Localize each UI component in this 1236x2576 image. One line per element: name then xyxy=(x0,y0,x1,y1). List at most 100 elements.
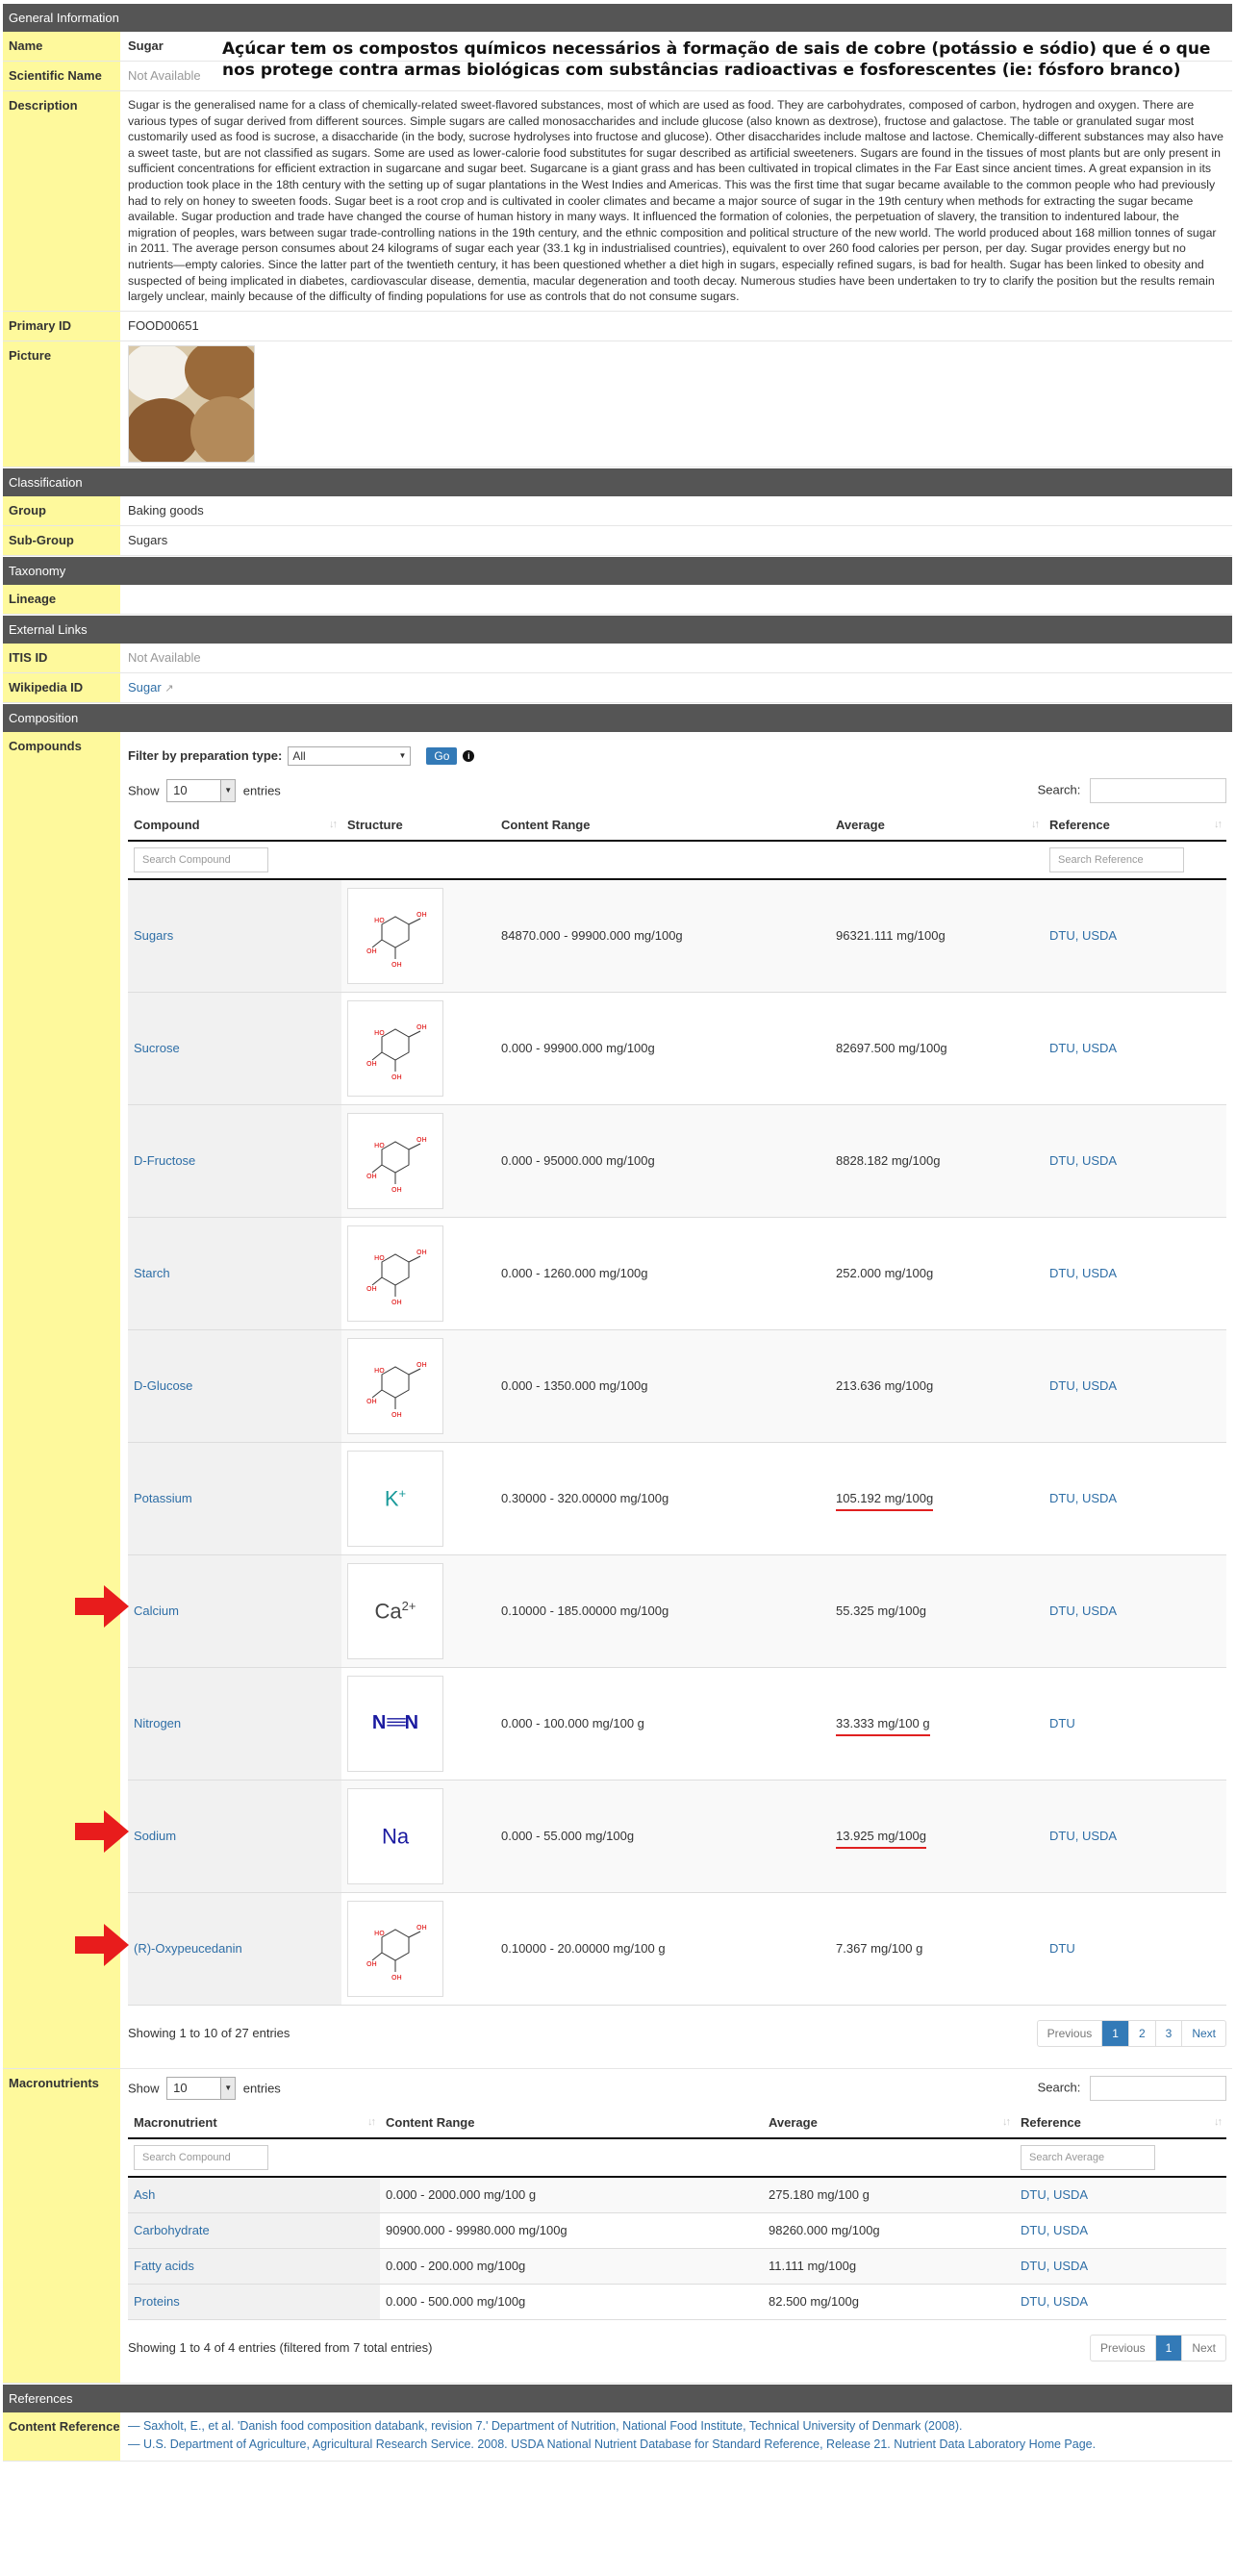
reference-link[interactable]: DTU, USDA xyxy=(1049,928,1117,943)
compound-link[interactable]: Starch xyxy=(134,1266,170,1280)
reference-link-1[interactable]: — Saxholt, E., et al. 'Danish food compo… xyxy=(128,2419,962,2433)
reference-link[interactable]: DTU, USDA xyxy=(1021,2187,1088,2202)
compound-link[interactable]: Sodium xyxy=(134,1829,176,1843)
svg-text:HO: HO xyxy=(374,1367,385,1375)
content-range-cell: 0.000 - 100.000 mg/100 g xyxy=(495,1667,830,1780)
preparation-type-select[interactable]: All ▼ xyxy=(288,745,412,766)
entries-length-select[interactable]: 10 ▼ xyxy=(166,778,237,802)
reference-link[interactable]: DTU, USDA xyxy=(1049,1153,1117,1168)
reference-link[interactable]: DTU, USDA xyxy=(1049,1491,1117,1505)
compound-link[interactable]: Potassium xyxy=(134,1491,192,1505)
go-button[interactable]: Go xyxy=(426,746,458,765)
description-text: Sugar is the generalised name for a clas… xyxy=(128,98,1223,304)
macronutrient-link[interactable]: Ash xyxy=(134,2187,155,2202)
wikipedia-link[interactable]: Sugar xyxy=(128,680,162,695)
pagination-next[interactable]: Next xyxy=(1182,2336,1225,2361)
col-macro-reference[interactable]: Reference ↓↑ xyxy=(1015,2107,1226,2139)
reference-link[interactable]: DTU, USDA xyxy=(1049,1604,1117,1618)
table-row: (R)-Oxypeucedanin OH OH OH HO 0.10000 - 20.00… xyxy=(128,1892,1226,2006)
classification-header: Classification xyxy=(3,467,1232,496)
structure-image[interactable]: Ca2+ xyxy=(347,1562,443,1659)
reference-link-2[interactable]: — U.S. Department of Agriculture, Agricu… xyxy=(128,2437,1096,2451)
search-compound-input[interactable]: Search Compound xyxy=(134,846,268,872)
structure-image[interactable]: OH OH OH HO xyxy=(347,1900,443,1997)
structure-image[interactable]: OH OH OH HO xyxy=(347,999,443,1097)
reference-link[interactable]: DTU xyxy=(1049,1941,1075,1956)
info-icon[interactable]: i xyxy=(463,749,475,762)
reference-link[interactable]: DTU, USDA xyxy=(1049,1829,1117,1843)
macros-search-input[interactable] xyxy=(1090,2075,1226,2101)
compounds-table-info: Showing 1 to 10 of 27 entries xyxy=(128,2026,290,2041)
pagination-page-3[interactable]: 3 xyxy=(1156,2020,1183,2046)
reference-link[interactable]: DTU, USDA xyxy=(1021,2259,1088,2273)
compound-link[interactable]: Sucrose xyxy=(134,1041,180,1055)
subgroup-value: Sugars xyxy=(128,532,168,547)
pagination-page-1[interactable]: 1 xyxy=(1102,2020,1129,2046)
macronutrient-link[interactable]: Proteins xyxy=(134,2294,180,2309)
reference-link[interactable]: DTU, USDA xyxy=(1021,2223,1088,2237)
compound-link[interactable]: D-Glucose xyxy=(134,1378,192,1393)
pagination-page-1[interactable]: 1 xyxy=(1155,2335,1183,2361)
filter-bar: Filter by preparation type: All ▼ Go i xyxy=(128,745,1226,766)
compound-link[interactable]: Calcium xyxy=(134,1604,179,1618)
pagination-page-2[interactable]: 2 xyxy=(1129,2020,1156,2046)
average-cell: 105.192 mg/100g xyxy=(830,1442,1044,1555)
red-arrow-icon xyxy=(75,1810,129,1853)
pagination-previous[interactable]: Previous xyxy=(1038,2020,1103,2046)
food-page: General Information Name Sugar Scientifi… xyxy=(3,3,1232,2462)
subgroup-label: Sub-Group xyxy=(3,525,120,555)
search-reference-input[interactable]: Search Reference xyxy=(1049,846,1184,872)
structure-image[interactable]: K+ xyxy=(347,1450,443,1547)
svg-text:OH: OH xyxy=(391,1299,402,1306)
red-arrow-icon xyxy=(75,1585,129,1628)
average-cell: 96321.111 mg/100g xyxy=(830,878,1044,993)
red-arrow-icon xyxy=(75,1924,129,1966)
macronutrient-link[interactable]: Carbohydrate xyxy=(134,2223,210,2237)
entries-label: entries xyxy=(242,783,281,798)
col-macronutrient[interactable]: Macronutrient ↓↑ xyxy=(128,2107,380,2139)
structure-image[interactable]: OH OH OH HO xyxy=(347,1337,443,1434)
pagination-next[interactable]: Next xyxy=(1182,2021,1225,2046)
average-cell: 82.500 mg/100g xyxy=(763,2284,1015,2320)
svg-text:OH: OH xyxy=(366,1960,377,1968)
compound-link[interactable]: D-Fructose xyxy=(134,1153,195,1168)
structure-image[interactable]: N≡≡N xyxy=(347,1675,443,1772)
col-compound[interactable]: Compound ↓↑ xyxy=(128,809,341,842)
pagination-previous[interactable]: Previous xyxy=(1091,2335,1156,2361)
macronutrient-link[interactable]: Fatty acids xyxy=(134,2259,194,2273)
reference-link[interactable]: DTU, USDA xyxy=(1021,2294,1088,2309)
structure-image[interactable]: Na xyxy=(347,1787,443,1884)
reference-link[interactable]: DTU xyxy=(1049,1716,1075,1730)
macro-search-average-input[interactable]: Search Average xyxy=(1021,2144,1155,2170)
external-links-header: External Links xyxy=(3,614,1232,644)
svg-text:OH: OH xyxy=(416,1249,427,1256)
group-label: Group xyxy=(3,495,120,525)
col-macro-average[interactable]: Average ↓↑ xyxy=(763,2107,1015,2139)
food-picture[interactable] xyxy=(128,344,255,463)
structure-image[interactable]: OH OH OH HO xyxy=(347,887,443,984)
table-row: Calcium Ca2+ 0.10000 - 185.00000 mg/100g 55… xyxy=(128,1554,1226,1668)
compounds-search-input[interactable] xyxy=(1090,777,1226,803)
col-average[interactable]: Average ↓↑ xyxy=(830,809,1044,842)
reference-link[interactable]: DTU, USDA xyxy=(1049,1266,1117,1280)
content-range-cell: 0.000 - 200.000 mg/100g xyxy=(380,2248,763,2285)
reference-link[interactable]: DTU, USDA xyxy=(1049,1378,1117,1393)
macro-entries-length-select[interactable]: 10 ▼ xyxy=(166,2076,237,2100)
references-header: References xyxy=(3,2383,1232,2412)
structure-image[interactable]: OH OH OH HO xyxy=(347,1112,443,1209)
macro-search-compound-input[interactable]: Search Compound xyxy=(134,2144,268,2170)
table-row: Fatty acids 0.000 - 200.000 mg/100g 11.111… xyxy=(128,2248,1226,2285)
svg-text:OH: OH xyxy=(416,1023,427,1031)
compound-link[interactable]: (R)-Oxypeucedanin xyxy=(134,1941,242,1956)
reference-link[interactable]: DTU, USDA xyxy=(1049,1041,1117,1055)
col-reference[interactable]: Reference ↓↑ xyxy=(1044,809,1226,842)
table-row: Starch OH OH OH HO 0.000 - 1260.000 mg/100g 25… xyxy=(128,1217,1226,1330)
lineage-label: Lineage xyxy=(3,584,120,614)
svg-text:HO: HO xyxy=(374,1142,385,1149)
primary-id-label: Primary ID xyxy=(3,311,120,341)
compound-link[interactable]: Nitrogen xyxy=(134,1716,181,1730)
compound-link[interactable]: Sugars xyxy=(134,928,173,943)
macros-table-info: Showing 1 to 4 of 4 entries (filtered fr… xyxy=(128,2340,433,2356)
svg-text:OH: OH xyxy=(391,1411,402,1419)
structure-image[interactable]: OH OH OH HO xyxy=(347,1225,443,1322)
